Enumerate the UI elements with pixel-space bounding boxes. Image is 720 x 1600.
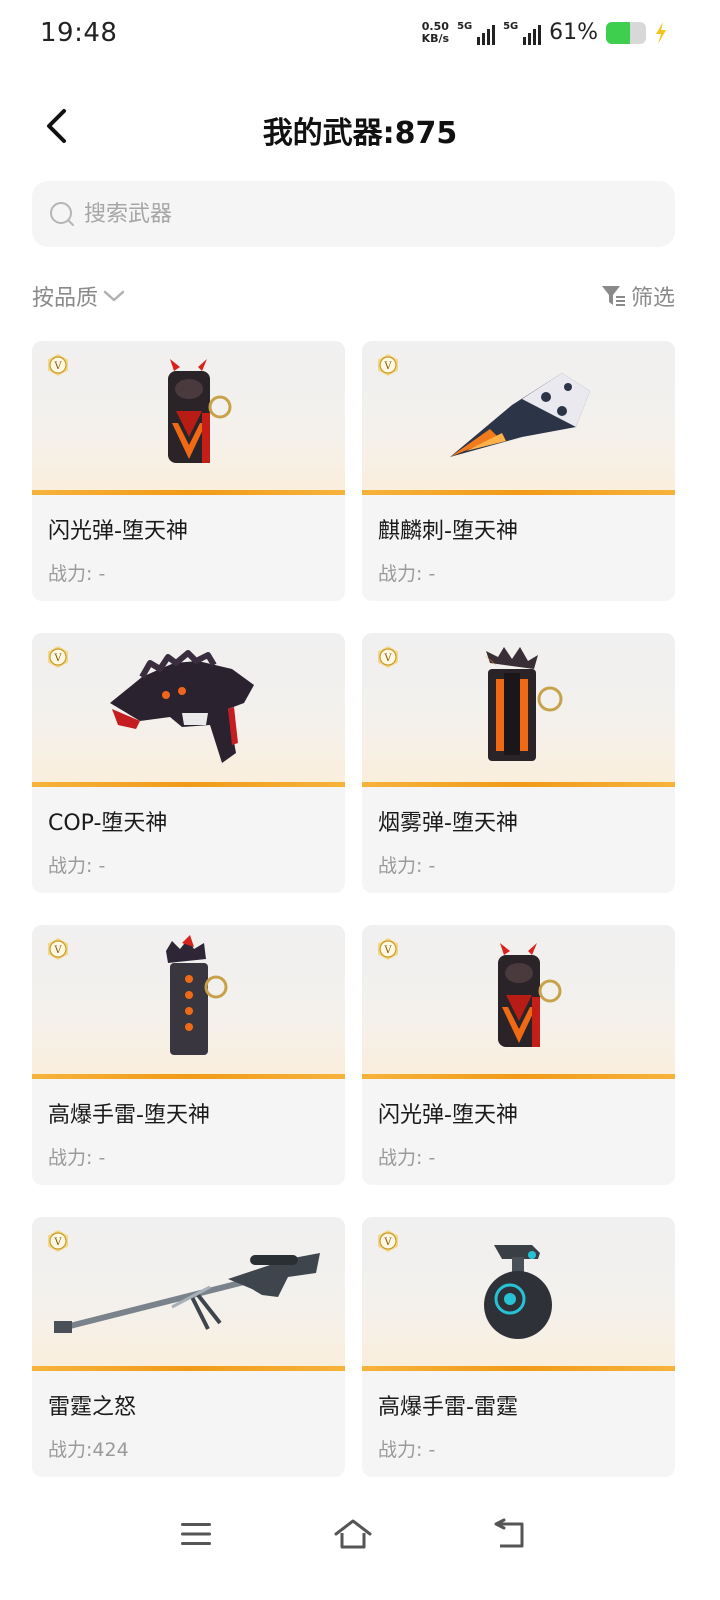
- sniper-rifle-image: [54, 1253, 320, 1333]
- page-header: 我的武器:875: [0, 90, 720, 162]
- v-badge-letter: V: [383, 1237, 392, 1248]
- v-rank-badge-icon: V: [48, 646, 68, 668]
- weapon-image-area: V: [32, 925, 345, 1079]
- v-rank-badge-icon: V: [378, 354, 398, 376]
- back-nav-button[interactable]: [480, 1504, 540, 1564]
- menu-button[interactable]: [166, 1504, 226, 1564]
- flashbang-grenade-image: [498, 943, 562, 1047]
- search-input[interactable]: [84, 201, 644, 227]
- network-speed: 0.50 KB/s: [421, 19, 450, 45]
- v-rank-badge-icon: V: [48, 1230, 68, 1252]
- v-rank-badge-icon: V: [378, 938, 398, 960]
- weapon-power: 战力:424: [48, 1439, 129, 1461]
- filter-button[interactable]: 筛选: [601, 280, 675, 312]
- system-nav-bar: [0, 1490, 720, 1570]
- sim2-label: 5G: [503, 20, 519, 32]
- charging-icon: [656, 21, 666, 44]
- weapon-name: COP-堕天神: [48, 811, 168, 836]
- v-rank-badge-icon: V: [48, 938, 68, 960]
- v-badge-letter: V: [53, 945, 62, 956]
- weapon-card[interactable]: V 高爆手雷-堕天神 战力: -: [32, 925, 345, 1185]
- weapon-image-area: V: [32, 633, 345, 787]
- status-icons: 0.50 KB/s 5G 5G 61%: [422, 20, 668, 45]
- weapon-card[interactable]: V 麒麟刺-堕天神 战力: -: [362, 341, 675, 601]
- weapon-grid: V 闪光弹-堕天神 战力: - V 麒麟刺-堕天神 战力: - V COP-堕天…: [32, 341, 675, 1477]
- signal-icon-sim1: 5G: [457, 20, 496, 45]
- quality-bar: [362, 490, 675, 495]
- weapon-power: 战力: -: [48, 563, 106, 585]
- menu-icon: [181, 1523, 211, 1545]
- signal-icon-sim2: 5G: [503, 20, 542, 45]
- quality-bar: [32, 1074, 345, 1079]
- sort-by-quality-dropdown[interactable]: 按品质: [32, 280, 126, 312]
- weapon-power: 战力: -: [48, 1147, 106, 1169]
- quality-bar: [362, 1074, 675, 1079]
- chevron-down-icon: [103, 290, 125, 302]
- search-icon: [50, 202, 74, 226]
- weapon-name: 闪光弹-堕天神: [48, 519, 188, 544]
- v-badge-letter: V: [383, 653, 392, 664]
- weapon-power: 战力: -: [48, 855, 106, 877]
- network-speed-unit: KB/s: [421, 31, 450, 45]
- home-icon: [334, 1519, 372, 1549]
- weapon-name: 闪光弹-堕天神: [378, 1103, 518, 1128]
- network-speed-value: 0.50: [421, 19, 449, 33]
- v-badge-letter: V: [383, 361, 392, 372]
- pistol-image: [110, 650, 254, 763]
- sim1-label: 5G: [457, 20, 473, 32]
- v-rank-badge-icon: V: [48, 354, 68, 376]
- weapon-card[interactable]: V 雷霆之怒 战力:424: [32, 1217, 345, 1477]
- weapon-image-area: V: [362, 633, 675, 787]
- weapon-card[interactable]: V 闪光弹-堕天神 战力: -: [362, 925, 675, 1185]
- smoke-grenade-image: [484, 647, 563, 761]
- weapon-card[interactable]: V 烟雾弹-堕天神 战力: -: [362, 633, 675, 893]
- quality-bar: [32, 1366, 345, 1371]
- weapon-card[interactable]: V COP-堕天神 战力: -: [32, 633, 345, 893]
- v-rank-badge-icon: V: [378, 646, 398, 668]
- weapon-image-area: V: [32, 341, 345, 495]
- v-badge-letter: V: [53, 653, 62, 664]
- weapon-power: 战力: -: [378, 563, 436, 585]
- home-button[interactable]: [323, 1504, 383, 1564]
- weapon-image-area: V: [362, 925, 675, 1079]
- page-title: 我的武器:875: [262, 116, 458, 151]
- quality-bar: [32, 782, 345, 787]
- weapon-name: 高爆手雷-雷霆: [378, 1395, 518, 1420]
- weapon-power: 战力: -: [378, 1439, 436, 1461]
- melee-blade-image: [450, 373, 590, 457]
- sort-label: 按品质: [32, 286, 99, 311]
- back-icon: [494, 1518, 524, 1548]
- battery-icon: [606, 21, 646, 44]
- round-grenade-image: [484, 1245, 552, 1339]
- v-badge-letter: V: [53, 361, 62, 372]
- weapon-name: 高爆手雷-堕天神: [48, 1103, 210, 1128]
- v-rank-badge-icon: V: [378, 1230, 398, 1252]
- status-time: 19:48: [40, 18, 118, 48]
- weapon-name: 麒麟刺-堕天神: [378, 519, 518, 544]
- weapon-power: 战力: -: [378, 855, 436, 877]
- weapon-name: 烟雾弹-堕天神: [378, 811, 518, 836]
- v-badge-letter: V: [383, 945, 392, 956]
- flashbang-grenade-image: [168, 359, 232, 463]
- filter-label: 筛选: [630, 286, 675, 311]
- quality-bar: [32, 490, 345, 495]
- filter-row: 按品质 筛选: [32, 276, 675, 316]
- quality-bar: [362, 1366, 675, 1371]
- status-bar: 19:48 0.50 KB/s 5G 5G 61%: [0, 0, 720, 72]
- weapon-image-area: V: [362, 1217, 675, 1371]
- filter-icon: [601, 286, 625, 306]
- search-box[interactable]: [32, 181, 675, 247]
- weapon-card[interactable]: V 闪光弹-堕天神 战力: -: [32, 341, 345, 601]
- battery-percent: 61%: [549, 20, 598, 45]
- v-badge-letter: V: [53, 1237, 62, 1248]
- weapon-image-area: V: [362, 341, 675, 495]
- weapon-name: 雷霆之怒: [48, 1395, 137, 1420]
- weapon-card[interactable]: V 高爆手雷-雷霆 战力: -: [362, 1217, 675, 1477]
- weapon-image-area: V: [32, 1217, 345, 1371]
- quality-bar: [362, 782, 675, 787]
- weapon-power: 战力: -: [378, 1147, 436, 1169]
- he-grenade-image: [166, 935, 228, 1055]
